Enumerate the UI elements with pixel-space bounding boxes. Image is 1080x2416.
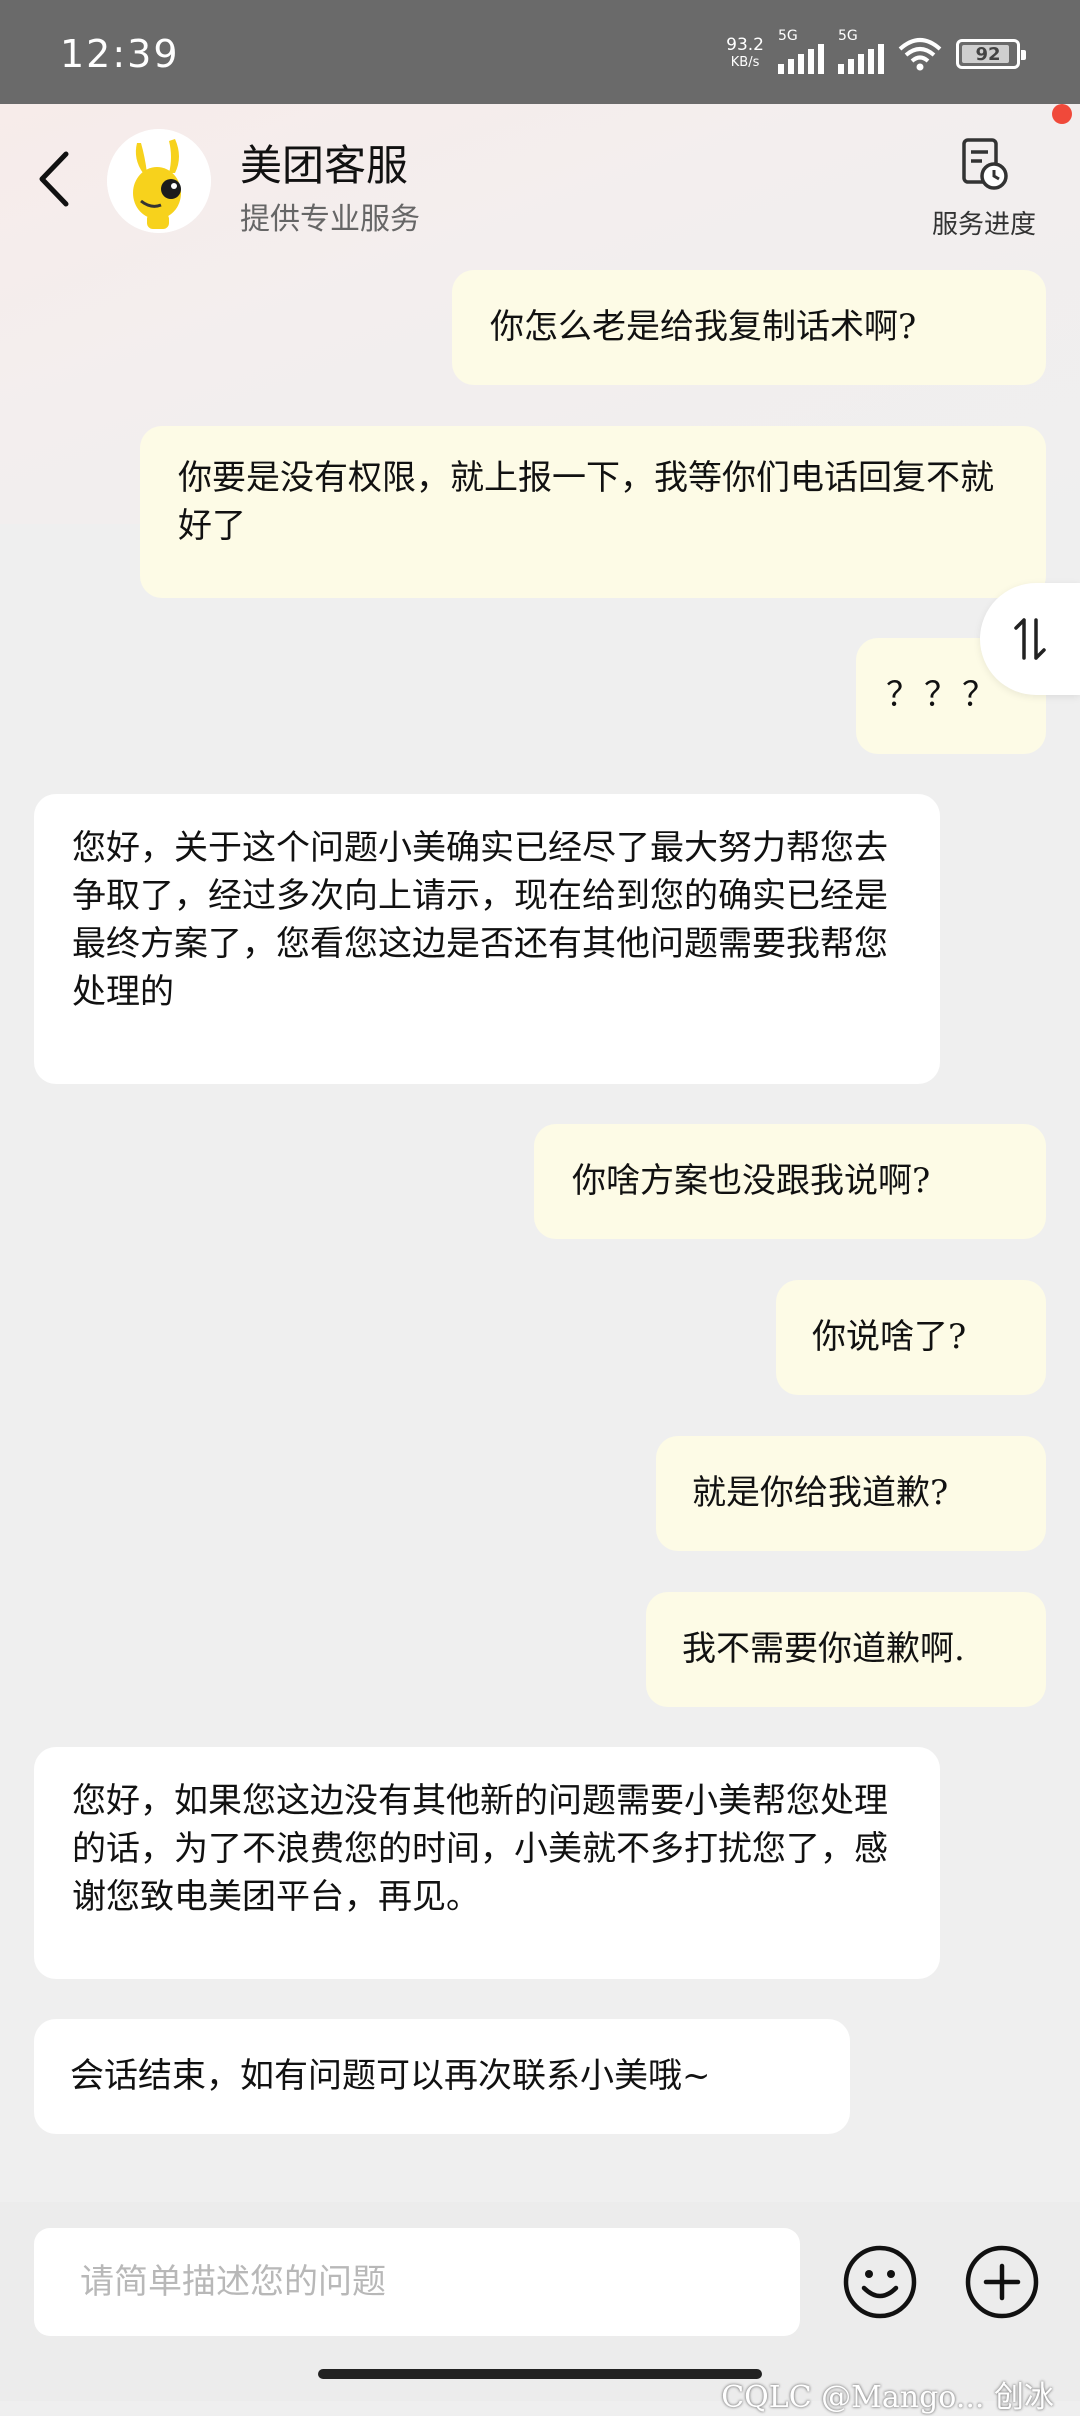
message-bubble-user[interactable]: 你要是没有权限，就上报一下，我等你们电话回复不就好了 xyxy=(140,426,1046,598)
battery-icon: 92 xyxy=(956,39,1026,69)
message-text: 你说啥了? xyxy=(812,1317,967,1357)
message-text: 你啥方案也没跟我说啊? xyxy=(572,1161,931,1201)
signal-type-label-2: 5G xyxy=(838,28,858,44)
message-text: 您好，如果您这边没有其他新的问题需要小美帮您处理的话，为了不浪费您的时间，小美就… xyxy=(72,1781,888,1917)
swap-vertical-icon xyxy=(1014,618,1046,660)
signal-icon: 5G xyxy=(778,28,824,74)
message-bubble-user[interactable]: 就是你给我道歉? xyxy=(656,1436,1046,1551)
signal-type-label: 5G xyxy=(778,28,798,44)
network-speed: 93.2 KB/s xyxy=(726,36,764,72)
message-text: 会话结束，如有问题可以再次联系小美哦~ xyxy=(70,2056,711,2096)
network-speed-unit: KB/s xyxy=(730,55,760,70)
status-time: 12:39 xyxy=(60,32,180,76)
signal-icon-2: 5G xyxy=(838,28,884,74)
message-text: 我不需要你道歉啊. xyxy=(682,1629,965,1669)
chevron-left-icon xyxy=(39,151,69,207)
message-input-box[interactable] xyxy=(34,2228,800,2336)
message-text: 您好，关于这个问题小美确实已经尽了最大努力帮您去争取了，经过多次向上请示，现在给… xyxy=(72,828,888,1012)
message-bubble-agent[interactable]: 您好，关于这个问题小美确实已经尽了最大努力帮您去争取了，经过多次向上请示，现在给… xyxy=(34,794,940,1084)
back-button[interactable] xyxy=(30,144,80,214)
battery-percent: 92 xyxy=(975,43,1001,65)
page-subtitle: 提供专业服务 xyxy=(240,202,420,237)
more-button[interactable] xyxy=(964,2244,1040,2320)
wifi-icon xyxy=(898,38,942,71)
scroll-toggle-button[interactable] xyxy=(980,583,1080,695)
smiley-icon xyxy=(843,2245,917,2319)
status-bar: 12:39 93.2 KB/s 5G 5G 92 xyxy=(0,0,1080,104)
page-title: 美团客服 xyxy=(240,141,409,190)
message-text: 就是你给我道歉? xyxy=(692,1473,949,1513)
message-bubble-agent[interactable]: 您好，如果您这边没有其他新的问题需要小美帮您处理的话，为了不浪费您的时间，小美就… xyxy=(34,1747,940,1979)
avatar[interactable] xyxy=(107,129,211,233)
chat-header: 美团客服 提供专业服务 服务进度 xyxy=(0,104,1080,254)
service-progress-button[interactable]: 服务进度 xyxy=(924,134,1044,244)
home-indicator[interactable] xyxy=(318,2369,762,2379)
message-bubble-user[interactable]: 你说啥了? xyxy=(776,1280,1046,1395)
message-text: 你怎么老是给我复制话术啊? xyxy=(490,307,917,347)
message-text: ？？？ xyxy=(886,675,1000,715)
message-input[interactable] xyxy=(78,2261,756,2303)
message-bubble-agent[interactable]: 会话结束，如有问题可以再次联系小美哦~ xyxy=(34,2019,850,2134)
message-text: 你要是没有权限，就上报一下，我等你们电话回复不就好了 xyxy=(178,458,994,546)
emoji-button[interactable] xyxy=(842,2244,918,2320)
status-icons: 93.2 KB/s 5G 5G 92 xyxy=(726,28,1026,78)
watermark: CQLC @Mango... 创冰 xyxy=(721,2380,1054,2415)
mascot-icon xyxy=(107,129,211,233)
message-bubble-user[interactable]: 你啥方案也没跟我说啊? xyxy=(534,1124,1046,1239)
plus-circle-icon xyxy=(965,2245,1039,2319)
message-bubble-user[interactable]: 你怎么老是给我复制话术啊? xyxy=(452,270,1046,385)
message-bubble-user[interactable]: 我不需要你道歉啊. xyxy=(646,1592,1046,1707)
document-clock-icon xyxy=(962,138,1008,190)
notification-badge xyxy=(1052,104,1072,124)
network-speed-value: 93.2 xyxy=(726,35,764,55)
service-progress-label: 服务进度 xyxy=(931,210,1036,240)
